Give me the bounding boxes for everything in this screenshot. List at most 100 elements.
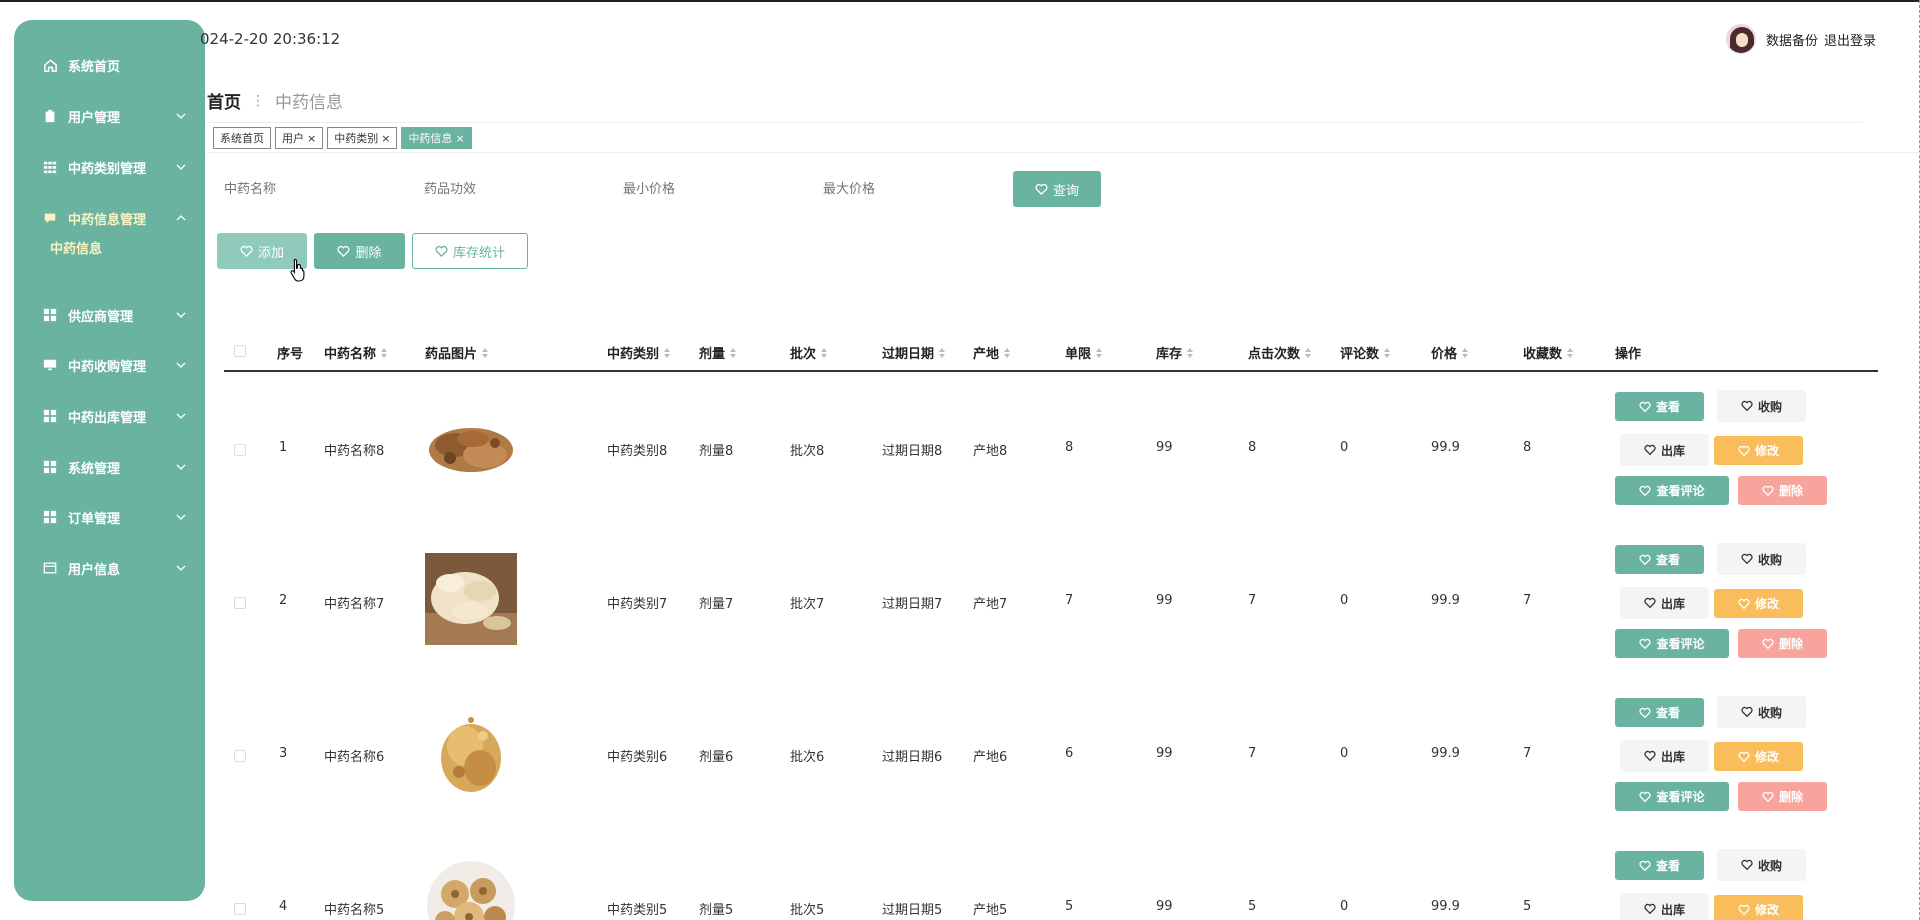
apps-icon (42, 459, 58, 475)
column-header-image[interactable]: 药品图片 (425, 343, 489, 362)
tab-users[interactable]: 用户 × (275, 127, 324, 149)
column-header-name[interactable]: 中药名称 (324, 343, 388, 362)
purchase-button[interactable]: 收购 (1717, 696, 1806, 728)
search-name-input[interactable] (224, 178, 414, 200)
delete-button[interactable]: 删除 (1738, 629, 1827, 658)
view-comments-button[interactable]: 查看评论 (1615, 476, 1729, 505)
cell-comments: 0 (1340, 746, 1349, 761)
chevron-down-icon (176, 413, 186, 419)
cell-batch: 批次8 (790, 444, 825, 459)
query-button[interactable]: 查询 (1013, 171, 1101, 207)
sidebar-item-outbound[interactable]: 中药出库管理 (14, 396, 205, 436)
current-datetime: 024-2-20 20:36:12 (200, 30, 341, 48)
close-icon[interactable]: × (381, 132, 390, 145)
select-all-checkbox[interactable] (234, 345, 246, 357)
heart-icon (1741, 400, 1753, 412)
view-button[interactable]: 查看 (1615, 698, 1704, 727)
column-header-category[interactable]: 中药类别 (607, 343, 671, 362)
sort-icon (939, 347, 946, 358)
row-checkbox[interactable] (234, 903, 246, 915)
search-effect-input[interactable] (424, 178, 614, 200)
row-checkbox[interactable] (234, 597, 246, 609)
stock-stats-button[interactable]: 库存统计 (412, 233, 528, 269)
cell-index: 1 (279, 440, 288, 455)
row-checkbox[interactable] (234, 444, 246, 456)
edit-button[interactable]: 修改 (1714, 742, 1803, 771)
cell-clicks: 7 (1248, 746, 1257, 761)
sort-icon (1462, 347, 1469, 358)
sidebar-item-system[interactable]: 系统管理 (14, 447, 205, 487)
delete-button[interactable]: 删除 (1738, 476, 1827, 505)
edit-button[interactable]: 修改 (1714, 589, 1803, 618)
purchase-button[interactable]: 收购 (1717, 849, 1806, 881)
heart-icon (240, 245, 253, 257)
logout-link[interactable]: 退出登录 (1824, 30, 1876, 49)
outbound-button[interactable]: 出库 (1620, 434, 1709, 466)
column-header-batch[interactable]: 批次 (790, 343, 828, 362)
column-header-stock[interactable]: 库存 (1156, 343, 1194, 362)
edit-button[interactable]: 修改 (1714, 436, 1803, 465)
edit-button[interactable]: 修改 (1714, 895, 1803, 920)
tab-bar: 系统首页 用户 × 中药类别 × 中药信息 × (213, 127, 472, 149)
button-label: 库存统计 (452, 245, 505, 261)
view-comments-button[interactable]: 查看评论 (1615, 629, 1729, 658)
outbound-button[interactable]: 出库 (1620, 740, 1709, 772)
heart-icon (1762, 485, 1774, 496)
breadcrumb-home[interactable]: 首页 (207, 88, 241, 113)
column-header-limit[interactable]: 单限 (1065, 343, 1103, 362)
column-header-expiry[interactable]: 过期日期 (882, 343, 946, 362)
cell-name: 中药名称7 (324, 597, 385, 612)
sort-icon (381, 347, 388, 358)
heart-icon (1738, 904, 1750, 915)
view-comments-button[interactable]: 查看评论 (1615, 782, 1729, 811)
sidebar-item-home[interactable]: 系统首页 (14, 45, 205, 85)
backup-link[interactable]: 数据备份 (1766, 30, 1818, 49)
column-header-price[interactable]: 价格 (1431, 343, 1469, 362)
close-icon[interactable]: × (307, 132, 316, 145)
cell-limit: 5 (1065, 899, 1074, 914)
sidebar-item-users[interactable]: 用户管理 (14, 96, 205, 136)
view-button[interactable]: 查看 (1615, 851, 1704, 880)
tab-home[interactable]: 系统首页 (213, 127, 271, 149)
cell-favorites: 8 (1523, 440, 1532, 455)
table-row: 1 中药名称8 中药类别8 剂量8 批次8 过期日期8 产地8 8 99 8 0… (224, 372, 1878, 525)
sidebar-item-category[interactable]: 中药类别管理 (14, 147, 205, 187)
outbound-button[interactable]: 出库 (1620, 893, 1709, 920)
tab-category[interactable]: 中药类别 × (327, 127, 398, 149)
tab-label: 用户 (282, 132, 304, 145)
search-min-price-input[interactable] (623, 178, 813, 200)
cell-comments: 0 (1340, 899, 1349, 914)
close-icon[interactable]: × (455, 132, 464, 145)
row-checkbox[interactable] (234, 750, 246, 762)
batch-delete-button[interactable]: 删除 (314, 233, 405, 269)
herb-image (425, 403, 517, 495)
cell-batch: 批次7 (790, 597, 825, 612)
sidebar-item-purchase[interactable]: 中药收购管理 (14, 345, 205, 385)
sidebar-item-info[interactable]: 中药信息管理 (14, 198, 205, 238)
column-header-origin[interactable]: 产地 (973, 343, 1011, 362)
delete-button[interactable]: 删除 (1738, 782, 1827, 811)
avatar[interactable] (1725, 24, 1756, 54)
column-header-dose[interactable]: 剂量 (699, 343, 737, 362)
cell-clicks: 7 (1248, 593, 1257, 608)
sidebar-item-supplier[interactable]: 供应商管理 (14, 295, 205, 335)
search-max-price-input[interactable] (823, 178, 1013, 200)
view-button[interactable]: 查看 (1615, 392, 1704, 421)
purchase-button[interactable]: 收购 (1717, 543, 1806, 575)
view-button[interactable]: 查看 (1615, 545, 1704, 574)
cell-category: 中药类别6 (607, 750, 668, 765)
tab-info[interactable]: 中药信息 × (401, 127, 472, 149)
sidebar-item-orders[interactable]: 订单管理 (14, 497, 205, 537)
cell-category: 中药类别7 (607, 597, 668, 612)
column-header-clicks[interactable]: 点击次数 (1248, 343, 1312, 362)
column-header-comments[interactable]: 评论数 (1340, 343, 1391, 362)
cell-dose: 剂量7 (699, 597, 734, 612)
cell-favorites: 7 (1523, 746, 1532, 761)
sidebar-subitem-info[interactable]: 中药信息 (50, 238, 102, 257)
column-header-favorites[interactable]: 收藏数 (1523, 343, 1574, 362)
purchase-button[interactable]: 收购 (1717, 390, 1806, 422)
monitor-icon (42, 357, 58, 373)
breadcrumb-current: 中药信息 (275, 93, 343, 113)
outbound-button[interactable]: 出库 (1620, 587, 1709, 619)
sidebar-item-userinfo[interactable]: 用户信息 (14, 548, 205, 588)
